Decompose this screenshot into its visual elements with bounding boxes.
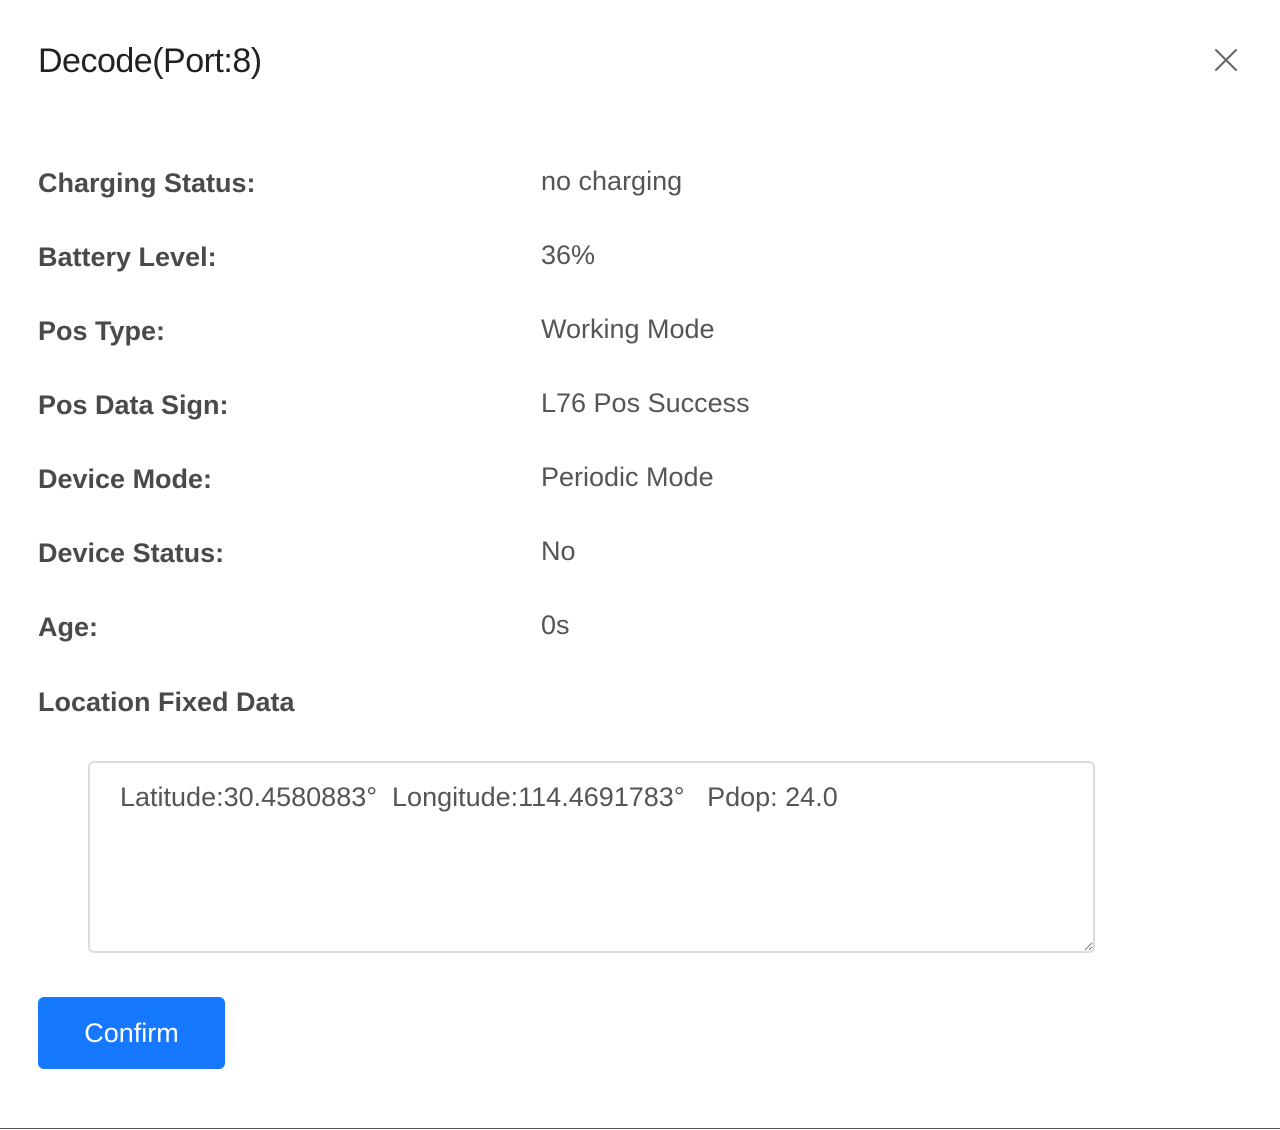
pos-data-sign-label: Pos Data Sign: <box>38 390 229 420</box>
close-button[interactable] <box>1206 40 1246 80</box>
field-row-device-mode: Device Mode: Periodic Mode <box>38 459 1238 499</box>
location-section-title: Location Fixed Data <box>38 687 295 717</box>
decode-dialog: Decode(Port:8) Charging Status: no charg… <box>0 0 1280 1129</box>
field-row-pos-type: Pos Type: Working Mode <box>38 311 1238 351</box>
close-icon <box>1214 48 1238 72</box>
location-data-textarea[interactable]: Latitude:30.4580883° Longitude:114.46917… <box>88 761 1095 953</box>
battery-level-value: 36% <box>541 240 596 270</box>
age-value: 0s <box>541 610 570 640</box>
device-status-label: Device Status: <box>38 538 225 568</box>
confirm-button[interactable]: Confirm <box>38 997 225 1069</box>
pos-type-label: Pos Type: <box>38 316 166 346</box>
device-status-value: No <box>541 536 576 566</box>
device-mode-label: Device Mode: <box>38 464 213 494</box>
location-textarea-wrapper: Latitude:30.4580883° Longitude:114.46917… <box>88 761 1095 953</box>
field-row-age: Age: 0s <box>38 607 1238 647</box>
dialog-title: Decode(Port:8) <box>38 42 262 80</box>
device-mode-value: Periodic Mode <box>541 462 714 492</box>
field-row-charging-status: Charging Status: no charging <box>38 163 1238 203</box>
pos-type-value: Working Mode <box>541 314 715 344</box>
field-row-pos-data-sign: Pos Data Sign: L76 Pos Success <box>38 385 1238 425</box>
battery-level-label: Battery Level: <box>38 242 217 272</box>
age-label: Age: <box>38 612 98 642</box>
field-row-battery-level: Battery Level: 36% <box>38 237 1238 277</box>
pos-data-sign-value: L76 Pos Success <box>541 388 750 418</box>
charging-status-label: Charging Status: <box>38 168 256 198</box>
charging-status-value: no charging <box>541 166 683 196</box>
field-row-device-status: Device Status: No <box>38 533 1238 573</box>
